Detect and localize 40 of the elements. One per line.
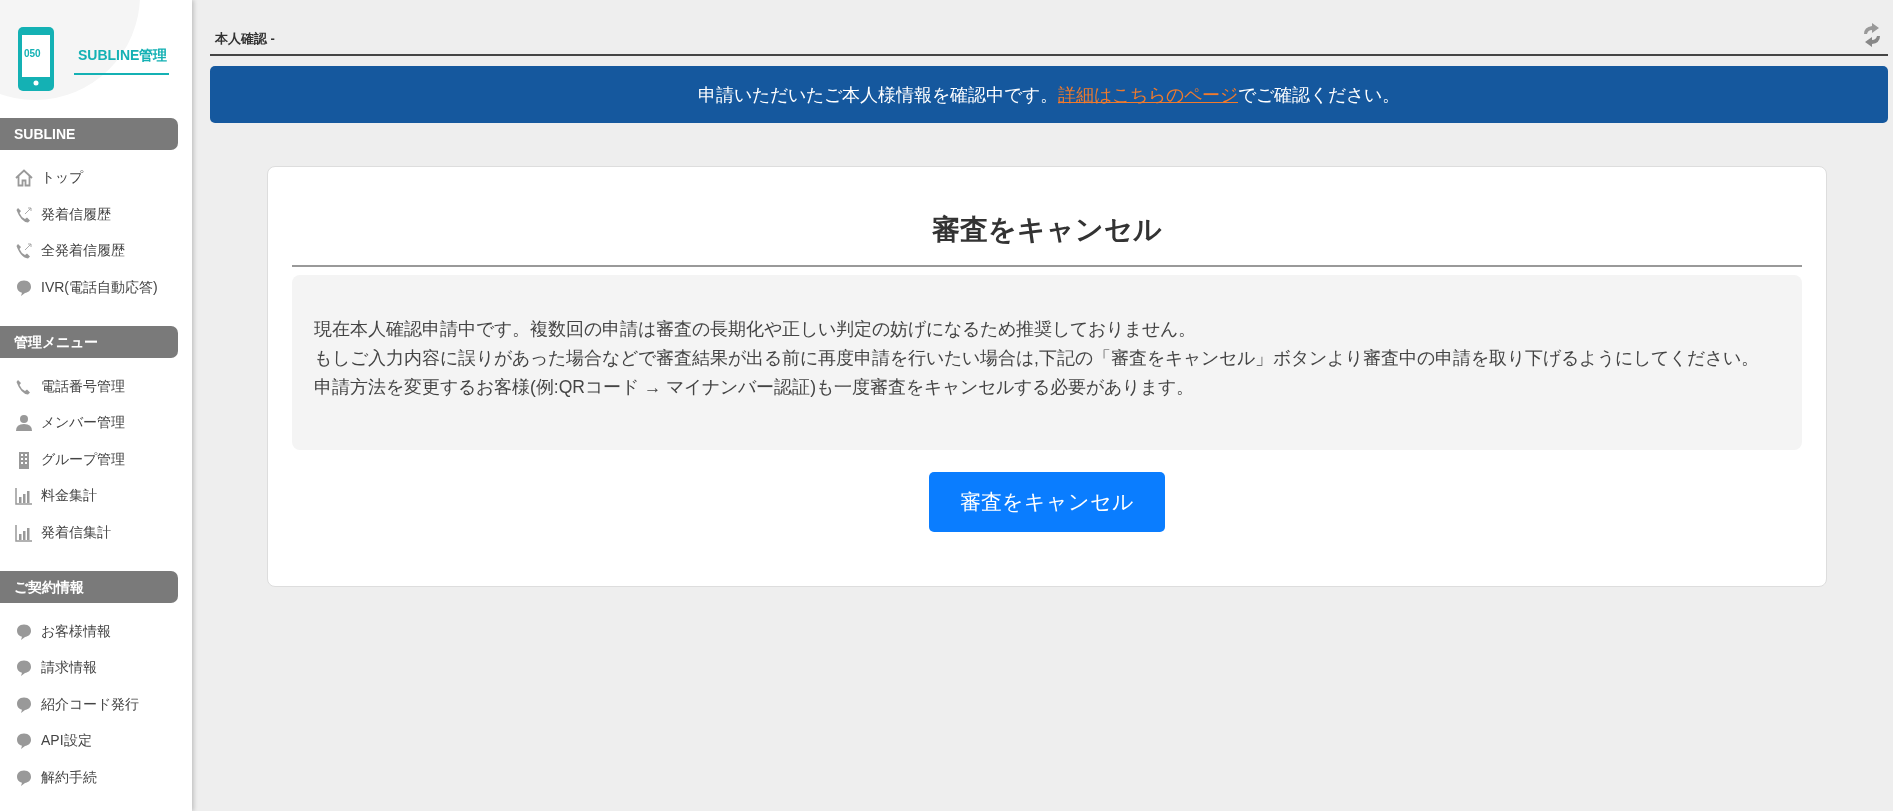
speech-bubble-icon	[15, 622, 33, 641]
cancel-review-button[interactable]: 審査をキャンセル	[929, 472, 1165, 532]
card-title: 審査をキャンセル	[292, 167, 1802, 267]
page-title: 本人確認 -	[215, 30, 275, 48]
notice-text: もしご入力内容に誤りがあった場合などで審査結果が出る前に再度申請を行いたい場合は,下記の「審査をキャンセル」ボタンより審査中の申請を取り下げるようにしてください。	[314, 347, 1760, 370]
smartphone-icon	[18, 27, 54, 91]
house-icon	[15, 169, 33, 188]
sidebar-item[interactable]: 発着信集計	[41, 524, 111, 543]
person-icon	[15, 414, 33, 433]
notice-text: 現在本人確認申請中です。複数回の申請は審査の長期化や正しい判定の妨げになるため推奨しておりません。	[314, 318, 1197, 341]
speech-bubble-icon	[15, 732, 33, 751]
sidebar-item[interactable]: API設定	[41, 732, 92, 751]
speech-bubble-icon	[15, 279, 33, 298]
sidebar-item[interactable]: グループ管理	[41, 450, 125, 469]
phone-arrows-icon	[15, 242, 33, 261]
speech-bubble-icon	[15, 769, 33, 787]
phone-arrows-icon	[15, 205, 33, 224]
sidebar-item[interactable]: 紹介コード発行	[41, 695, 139, 714]
speech-bubble-icon	[15, 695, 33, 714]
bar-chart-icon	[15, 487, 33, 506]
sidebar-item[interactable]: 解約手続	[41, 769, 97, 787]
sidebar-item[interactable]: 請求情報	[41, 659, 97, 678]
sidebar-item[interactable]: トップ	[41, 169, 83, 188]
sidebar-item[interactable]: メンバー管理	[41, 414, 125, 433]
sidebar-item[interactable]: 発着信履歴	[41, 205, 111, 224]
sidebar-item[interactable]: 料金集計	[41, 487, 97, 506]
section-header: ご契約情報	[0, 571, 178, 604]
phone-icon	[15, 377, 33, 396]
sidebar-item[interactable]: 電話番号管理	[41, 377, 125, 396]
logo-text: 050	[24, 48, 41, 59]
brand-title: SUBLINE管理	[74, 47, 170, 75]
info-message: 申請いただいたご本人様情報を確認中です。詳細はこちらのページでご確認ください。	[698, 83, 1400, 107]
notice-text: 申請方法を変更するお客様(例:QRコード → マイナンバー認証)も一度審査をキャンセルする必要があります。	[314, 376, 1195, 399]
section-header: 管理メニュー	[0, 326, 178, 359]
sidebar-item[interactable]: 全発着信履歴	[41, 242, 125, 261]
bar-chart-icon	[15, 524, 33, 543]
sidebar-item[interactable]: お客様情報	[41, 622, 111, 641]
sidebar-item[interactable]: IVR(電話自動応答)	[41, 279, 158, 298]
section-header: SUBLINE	[0, 118, 178, 150]
speech-bubble-icon	[15, 659, 33, 678]
